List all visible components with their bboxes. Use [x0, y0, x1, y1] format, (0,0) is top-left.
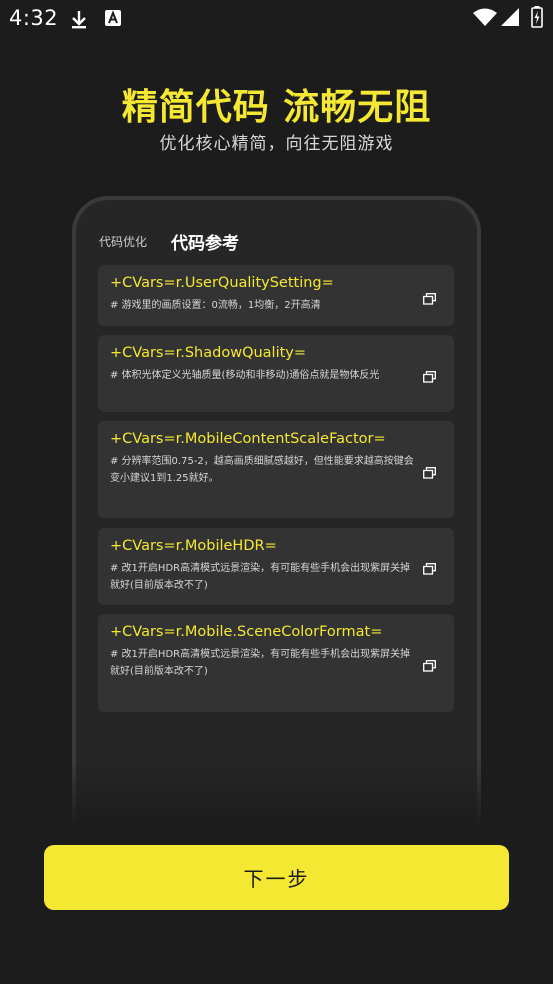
- card-code: +CVars=r.Mobile.SceneColorFormat=: [110, 624, 383, 640]
- signal-icon: [501, 8, 519, 30]
- code-card: +CVars=r.MobileContentScaleFactor= # 分辨率…: [98, 421, 454, 518]
- code-card: +CVars=r.Mobile.SceneColorFormat= # 改1开启…: [98, 614, 454, 712]
- copy-icon[interactable]: [423, 368, 436, 383]
- phone-fade-overlay: [68, 760, 485, 840]
- card-desc: # 改1开启HDR高清模式远景渲染，有可能有些手机会出现紫屏关掉就好(目前版本改…: [110, 649, 411, 677]
- code-card: +CVars=r.UserQualitySetting= # 游戏里的画质设置：…: [98, 265, 454, 326]
- font-a-icon: [105, 10, 121, 32]
- code-card: +CVars=r.ShadowQuality= # 体积光体定义光轴质量(移动和…: [98, 335, 454, 412]
- card-code: +CVars=r.UserQualitySetting=: [110, 275, 334, 291]
- download-icon: [70, 10, 88, 34]
- status-bar: 4:32: [0, 0, 553, 38]
- status-time: 4:32: [9, 6, 59, 30]
- card-desc: # 分辨率范围0.75-2，越高画质细腻感越好，但性能要求越高按键会变小建议1到…: [110, 456, 414, 484]
- code-card: +CVars=r.MobileHDR= # 改1开启HDR高清模式远景渲染，有可…: [98, 528, 454, 605]
- card-code: +CVars=r.MobileContentScaleFactor=: [110, 431, 386, 447]
- card-desc: # 体积光体定义光轴质量(移动和非移动)通俗点就是物体反光: [110, 370, 380, 381]
- tab-code-reference[interactable]: 代码参考: [171, 229, 239, 254]
- card-desc: # 改1开启HDR高清模式远景渲染，有可能有些手机会出现紫屏关掉就好(目前版本改…: [110, 563, 411, 591]
- battery-icon: [531, 6, 543, 32]
- next-button[interactable]: 下一步: [44, 845, 509, 910]
- copy-icon[interactable]: [423, 290, 436, 305]
- tab-code-optimize[interactable]: 代码优化: [99, 233, 147, 250]
- copy-icon[interactable]: [423, 560, 436, 575]
- hero-subtitle: 优化核心精简，向往无阻游戏: [159, 134, 394, 154]
- wifi-icon: [473, 8, 497, 30]
- copy-icon[interactable]: [423, 657, 436, 672]
- copy-icon[interactable]: [423, 464, 436, 479]
- card-code: +CVars=r.MobileHDR=: [110, 538, 277, 554]
- hero-title: 精简代码 流畅无阻: [121, 87, 432, 128]
- card-code: +CVars=r.ShadowQuality=: [110, 345, 307, 361]
- card-desc: # 游戏里的画质设置：0流畅，1均衡，2开高清: [110, 300, 321, 311]
